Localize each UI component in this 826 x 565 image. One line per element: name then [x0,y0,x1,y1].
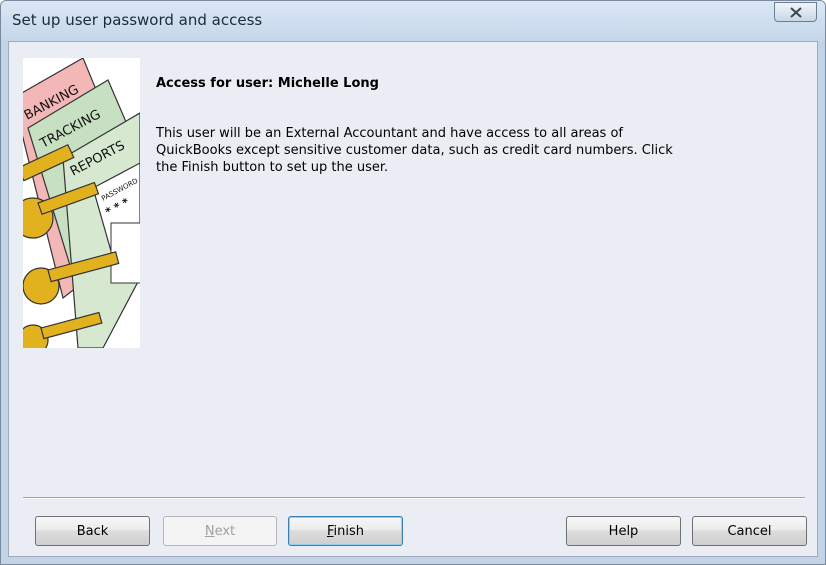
help-button-label: Help [608,523,639,539]
title-bar[interactable]: Set up user password and access [1,1,825,41]
cancel-button-label: Cancel [727,523,772,539]
window-title: Set up user password and access [12,11,263,29]
next-rest: ext [214,523,236,539]
close-icon [790,7,802,18]
cancel-button[interactable]: Cancel [692,516,807,546]
next-button-label: Next [205,524,235,539]
next-mnemonic: N [204,523,215,539]
footer-divider [23,497,805,499]
next-button[interactable]: Next [163,516,277,546]
back-button-label: Back [76,523,109,539]
dialog-window: Set up user password and access BANKING … [0,0,826,565]
dialog-body: BANKING TRACKING REPORTS PASSWORD * * * … [8,41,818,557]
wizard-illustration: BANKING TRACKING REPORTS PASSWORD * * * [23,58,140,348]
access-description: This user will be an External Accountant… [156,126,673,175]
banking-tracking-reports-image: BANKING TRACKING REPORTS PASSWORD * * * [23,58,140,348]
back-button[interactable]: Back [35,516,150,546]
close-button[interactable] [774,2,817,22]
finish-rest: inish [333,523,365,539]
access-heading: Access for user: Michelle Long [156,76,379,91]
help-button[interactable]: Help [566,516,681,546]
finish-button[interactable]: Finish [288,516,403,546]
finish-button-label: Finish [327,524,364,539]
